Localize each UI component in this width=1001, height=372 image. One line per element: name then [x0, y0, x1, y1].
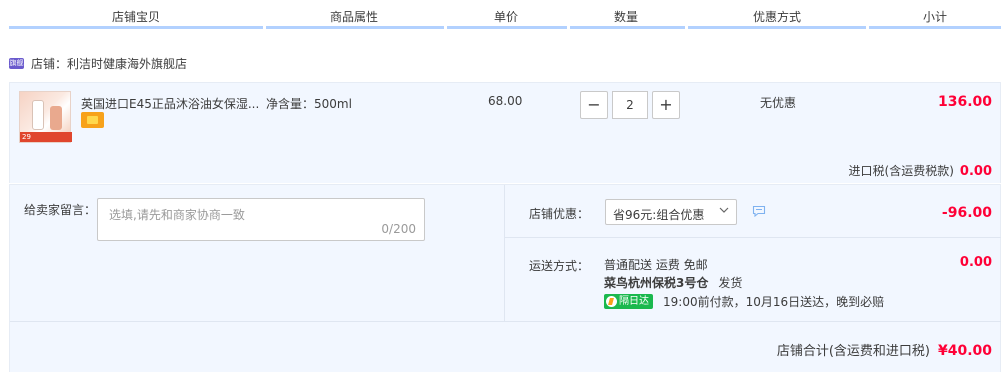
flagship-store-icon: 旗舰: [9, 57, 24, 69]
unit-price: 68.00: [488, 94, 523, 108]
delivery-promise: 隔日达 19:00前付款，10月16日送达，晚到必赔: [604, 293, 884, 310]
warehouse-name: 菜鸟杭州保税3号仓: [604, 276, 709, 290]
store-total-row: 店铺合计(含运费和进口税) ¥40.00: [777, 340, 992, 359]
header-col-attributes: 商品属性: [330, 10, 379, 24]
cart-item: 29 英国进口E45正品沐浴油女保湿... 净含量：500ml 68.00 − …: [9, 82, 1001, 183]
next-day-delivery-badge: 隔日达: [604, 294, 653, 309]
chevron-down-icon: [719, 207, 729, 213]
store-coupon-select[interactable]: 省96元:组合优惠: [605, 199, 737, 225]
divider: [504, 185, 505, 321]
header-underline: [570, 26, 685, 29]
header-col-subtotal: 小计: [923, 10, 948, 24]
thumbnail-sale-tag: 29: [20, 132, 72, 142]
import-tax-amount: 0.00: [959, 164, 992, 179]
dispatch-text: 发货: [718, 276, 743, 290]
item-discount-method: 无优惠: [760, 96, 797, 110]
header-underline: [447, 26, 567, 29]
product-bottle-image: [50, 106, 62, 130]
store-total-amount: ¥40.00: [937, 343, 992, 359]
coupon-card-icon[interactable]: [81, 112, 104, 128]
store-coupon-label: 店铺优惠：: [529, 207, 590, 221]
divider: [10, 321, 1001, 322]
product-attribute: 净含量：500ml: [266, 97, 352, 111]
decrease-quantity-button[interactable]: −: [580, 91, 608, 119]
lightning-icon: [606, 296, 617, 307]
header-col-discount: 优惠方式: [753, 10, 802, 24]
shipping-method: 普通配送 运费 免邮: [604, 258, 708, 272]
seller-message-counter: 0/200: [381, 222, 416, 236]
quantity-input[interactable]: 2: [612, 91, 648, 119]
order-options-panel: 给卖家留言： 选填,请先和商家协商一致 0/200 店铺优惠： 省96元:组合优…: [9, 184, 1001, 372]
shipping-method-label: 运送方式：: [529, 259, 590, 273]
header-underline: [266, 26, 444, 29]
next-day-badge-label: 隔日达: [619, 296, 649, 307]
seller-message-label: 给卖家留言：: [24, 203, 97, 217]
delivery-promise-text: 19:00前付款，10月16日送达，晚到必赔: [663, 295, 885, 309]
store-total-label: 店铺合计(含运费和进口税): [776, 344, 930, 359]
product-thumbnail[interactable]: 29: [19, 91, 72, 143]
quantity-stepper: − 2 +: [580, 91, 680, 119]
header-underline: [688, 26, 866, 29]
header-col-price: 单价: [494, 10, 519, 24]
import-tax-label: 进口税(含运费税款): [848, 164, 954, 178]
header-underline: [869, 26, 1001, 29]
shop-name-link[interactable]: 店铺：利洁时健康海外旗舰店: [31, 55, 187, 72]
store-coupon-selected: 省96元:组合优惠: [613, 208, 705, 222]
store-coupon-amount: -96.00: [941, 205, 992, 221]
increase-quantity-button[interactable]: +: [652, 91, 680, 119]
header-underline: [9, 26, 263, 29]
product-title-link[interactable]: 英国进口E45正品沐浴油女保湿...: [81, 95, 261, 112]
message-bubble-icon[interactable]: [752, 205, 766, 217]
header-col-shop-item: 店铺宝贝: [112, 10, 161, 24]
shipping-warehouse: 菜鸟杭州保税3号仓 发货: [604, 274, 742, 291]
product-bottle-image: [32, 100, 44, 130]
seller-message-input[interactable]: 选填,请先和商家协商一致 0/200: [97, 198, 425, 241]
item-subtotal: 136.00: [937, 94, 992, 110]
seller-message-placeholder: 选填,请先和商家协商一致: [109, 208, 245, 222]
import-tax-row: 进口税(含运费税款) 0.00: [849, 162, 992, 179]
divider: [505, 237, 1001, 238]
header-col-quantity: 数量: [614, 10, 639, 24]
shipping-amount: 0.00: [959, 255, 992, 270]
shop-row: 旗舰 店铺：利洁时健康海外旗舰店: [9, 54, 187, 72]
cart-header: 店铺宝贝 商品属性 单价 数量 优惠方式 小计: [0, 0, 1001, 30]
